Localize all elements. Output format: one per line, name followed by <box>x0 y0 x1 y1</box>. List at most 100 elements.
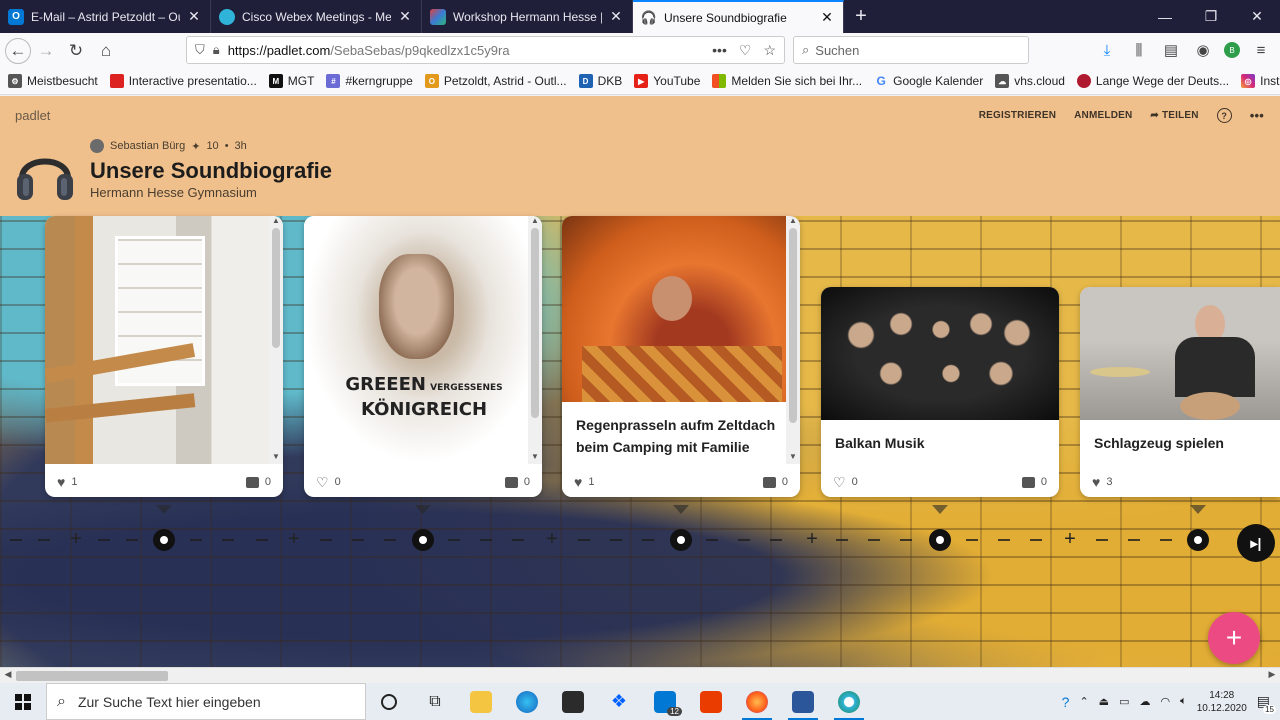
windows-start-icon[interactable] <box>0 683 46 720</box>
add-post-plus-icon[interactable]: + <box>804 529 820 549</box>
heart-icon[interactable]: ♥ <box>1092 474 1100 490</box>
comment-icon[interactable] <box>245 476 259 488</box>
card-scrollbar[interactable]: ▲ ▼ <box>786 216 800 464</box>
lock-icon[interactable]: 🔒︎ <box>213 42 220 58</box>
post-card[interactable]: Regenprasseln aufm Zeltdach beim Camping… <box>562 216 800 497</box>
bookmark-item[interactable]: Melden Sie sich bei Ihr... <box>712 74 862 88</box>
scroll-up-icon[interactable]: ▲ <box>269 216 283 228</box>
back-icon[interactable]: ← <box>5 37 31 64</box>
bookmark-item[interactable]: Interactive presentatio... <box>109 74 257 88</box>
post-image-drummer[interactable] <box>1080 287 1280 420</box>
bookmark-item[interactable]: D DKB <box>578 74 622 88</box>
timeline-marker[interactable] <box>929 529 951 551</box>
dropbox-icon[interactable]: ❖ <box>596 683 642 720</box>
search-input[interactable]: ⌕ Suchen <box>793 36 1029 64</box>
timeline-marker[interactable] <box>670 529 692 551</box>
scroll-up-icon[interactable]: ▲ <box>528 216 542 228</box>
share-button[interactable]: ➦ TEILEN <box>1150 110 1198 121</box>
tab-soundbiografie[interactable]: 🎧 Unsere Soundbiografie ✕ <box>633 0 844 33</box>
network-icon[interactable]: ☁ <box>1139 695 1150 708</box>
heart-icon[interactable]: ♡ <box>833 474 846 491</box>
add-post-plus-icon[interactable]: + <box>68 529 84 549</box>
post-image-band[interactable] <box>821 287 1059 420</box>
help-icon[interactable]: ? <box>1062 694 1070 710</box>
comment-icon[interactable] <box>504 476 518 488</box>
scroll-thumb[interactable] <box>531 228 539 418</box>
forward-icon[interactable]: → <box>31 36 61 66</box>
heart-icon[interactable]: ♥ <box>57 474 65 490</box>
scroll-left-icon[interactable]: ◀ <box>1 669 15 680</box>
author-name[interactable]: Sebastian Bürg <box>110 140 185 152</box>
close-icon[interactable]: ✕ <box>397 8 413 25</box>
card-scrollbar[interactable]: ▲ ▼ <box>528 216 542 464</box>
scroll-thumb[interactable] <box>789 228 797 423</box>
library-icon[interactable]: ⫼ <box>1128 37 1150 63</box>
page-actions-icon[interactable]: ••• <box>712 42 727 59</box>
webex-icon[interactable] <box>826 683 872 720</box>
horizontal-scrollbar[interactable]: ◀ ▶ <box>0 667 1280 683</box>
shield-icon[interactable]: ⛉ <box>195 42 205 58</box>
post-image-staircase[interactable] <box>45 216 283 464</box>
bookmark-item[interactable]: # #kerngruppe <box>326 74 413 88</box>
card-scrollbar[interactable]: ▲ ▼ <box>269 216 283 464</box>
add-post-plus-icon[interactable]: + <box>1062 529 1078 549</box>
account-icon[interactable]: ◉ <box>1192 37 1214 63</box>
close-icon[interactable]: ✕ <box>186 8 202 25</box>
scroll-down-icon[interactable]: ▼ <box>786 452 800 464</box>
volume-icon[interactable]: 🔈︎ <box>1180 695 1187 708</box>
bookmark-item[interactable]: ☁ vhs.cloud <box>995 74 1065 88</box>
scroll-thumb[interactable] <box>16 671 168 681</box>
bookmark-item[interactable]: M MGT <box>268 74 314 88</box>
file-explorer-icon[interactable] <box>458 683 504 720</box>
scroll-thumb[interactable] <box>272 228 280 348</box>
office-icon[interactable] <box>688 683 734 720</box>
store-icon[interactable] <box>550 683 596 720</box>
cortana-icon[interactable] <box>366 683 412 720</box>
more-icon[interactable]: ••• <box>1250 108 1264 123</box>
word-icon[interactable] <box>780 683 826 720</box>
battery-icon[interactable]: ▭ <box>1119 695 1129 708</box>
notification-icon[interactable]: ▤ 15 <box>1257 693 1276 714</box>
heart-icon[interactable]: ♡ <box>316 474 329 491</box>
timeline-marker[interactable] <box>153 529 175 551</box>
post-card[interactable]: GREEEN VERGESSENES KÖNIGREICH ▲ ▼ ♡ 0 0 <box>304 216 542 497</box>
comment-icon[interactable] <box>762 476 776 488</box>
minimize-icon[interactable]: — <box>1142 0 1188 33</box>
bookmark-item[interactable]: ▶ YouTube <box>634 74 700 88</box>
scroll-down-icon[interactable]: ▼ <box>269 452 283 464</box>
task-view-icon[interactable]: ⧉ <box>412 683 458 720</box>
download-icon[interactable]: ⤓ <box>1096 37 1118 63</box>
scroll-right-icon[interactable]: ▶ <box>1265 669 1279 680</box>
extension-icon[interactable]: B <box>1224 42 1240 58</box>
scroll-down-icon[interactable]: ▼ <box>528 452 542 464</box>
chevron-up-icon[interactable]: ⌃ <box>1079 695 1088 708</box>
home-icon[interactable]: ⌂ <box>91 36 121 66</box>
maximize-icon[interactable]: ❐ <box>1188 0 1234 33</box>
add-post-plus-icon[interactable]: + <box>544 529 560 549</box>
post-card[interactable]: Schlagzeug spielen ♥ 3 <box>1080 287 1280 497</box>
sidebar-icon[interactable]: ▤ <box>1160 37 1182 63</box>
post-card[interactable]: Balkan Musik ♡ 0 0 <box>821 287 1059 497</box>
wifi-icon[interactable]: ◠ <box>1160 695 1170 708</box>
menu-icon[interactable]: ≡ <box>1250 37 1272 63</box>
reload-icon[interactable]: ↻ <box>61 36 91 66</box>
bookmark-item[interactable]: Lange Wege der Deuts... <box>1076 74 1229 88</box>
skip-to-end-icon[interactable]: ▸| <box>1237 524 1275 562</box>
new-tab-button[interactable]: + <box>844 0 878 33</box>
usb-icon[interactable]: ⏏ <box>1099 695 1109 708</box>
mail-icon[interactable]: 12 <box>642 683 688 720</box>
taskbar-search-input[interactable]: ⌕ Zur Suche Text hier eingeben <box>46 683 366 720</box>
close-window-icon[interactable]: ✕ <box>1234 0 1280 33</box>
heart-icon[interactable]: ♥ <box>574 474 582 490</box>
add-post-button[interactable]: + <box>1208 612 1260 664</box>
close-icon[interactable]: ✕ <box>819 9 835 26</box>
edge-icon[interactable] <box>504 683 550 720</box>
bookmark-item[interactable]: O Petzoldt, Astrid - Outl... <box>424 74 567 88</box>
scroll-up-icon[interactable]: ▲ <box>786 216 800 228</box>
timeline-marker[interactable] <box>1187 529 1209 551</box>
bookmark-star-icon[interactable]: ☆ <box>763 42 776 59</box>
help-icon[interactable]: ? <box>1216 108 1232 123</box>
close-icon[interactable]: ✕ <box>608 8 624 25</box>
post-image-album-cover[interactable]: GREEEN VERGESSENES KÖNIGREICH <box>304 216 542 464</box>
bookmark-item[interactable]: ◎ Instagram <box>1241 74 1280 88</box>
